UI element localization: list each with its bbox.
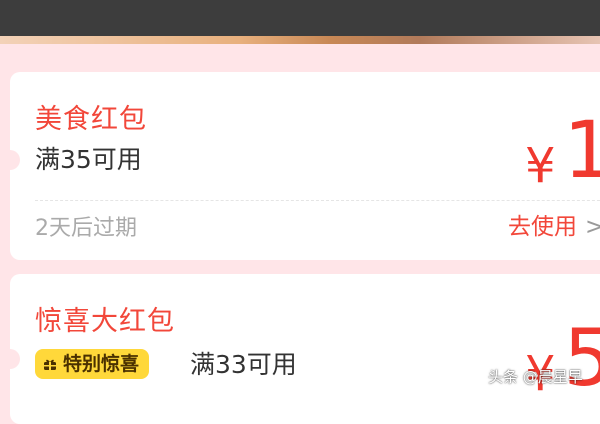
chevron-right-icon: > xyxy=(585,214,600,240)
currency-symbol: ¥ xyxy=(525,138,556,194)
coupon-condition: 满35可用 xyxy=(35,145,142,174)
dashed-divider xyxy=(35,200,600,201)
coupon-title: 美食红包 xyxy=(35,104,147,135)
special-surprise-badge: 特别惊喜 xyxy=(35,349,150,379)
coupon-card-food: 美食红包 满35可用 ¥1 2天后过期 去使用 > xyxy=(10,72,600,260)
badge-label: 特别惊喜 xyxy=(63,352,140,375)
use-coupon-button[interactable]: 去使用 > xyxy=(508,216,600,239)
card-notch xyxy=(10,349,20,369)
amount-value: 5 xyxy=(563,314,600,404)
watermark-text: 头条 @晨星早 xyxy=(488,368,583,386)
coupon-condition: 满33可用 xyxy=(190,350,297,379)
coupon-title: 惊喜大红包 xyxy=(35,306,175,337)
coupon-card-surprise: 惊喜大红包 特别惊喜 满33可用 ¥5 xyxy=(10,274,600,424)
expiry-text: 2天后过期 xyxy=(35,216,137,241)
coupon-amount: ¥1 xyxy=(525,112,600,190)
top-dark-bar xyxy=(0,0,600,40)
banner-image-strip xyxy=(0,36,600,44)
amount-value: 1 xyxy=(563,106,600,196)
card-notch xyxy=(10,150,20,170)
use-coupon-label: 去使用 xyxy=(508,214,577,240)
gift-icon xyxy=(44,359,56,370)
coupon-amount: ¥5 xyxy=(525,320,600,398)
